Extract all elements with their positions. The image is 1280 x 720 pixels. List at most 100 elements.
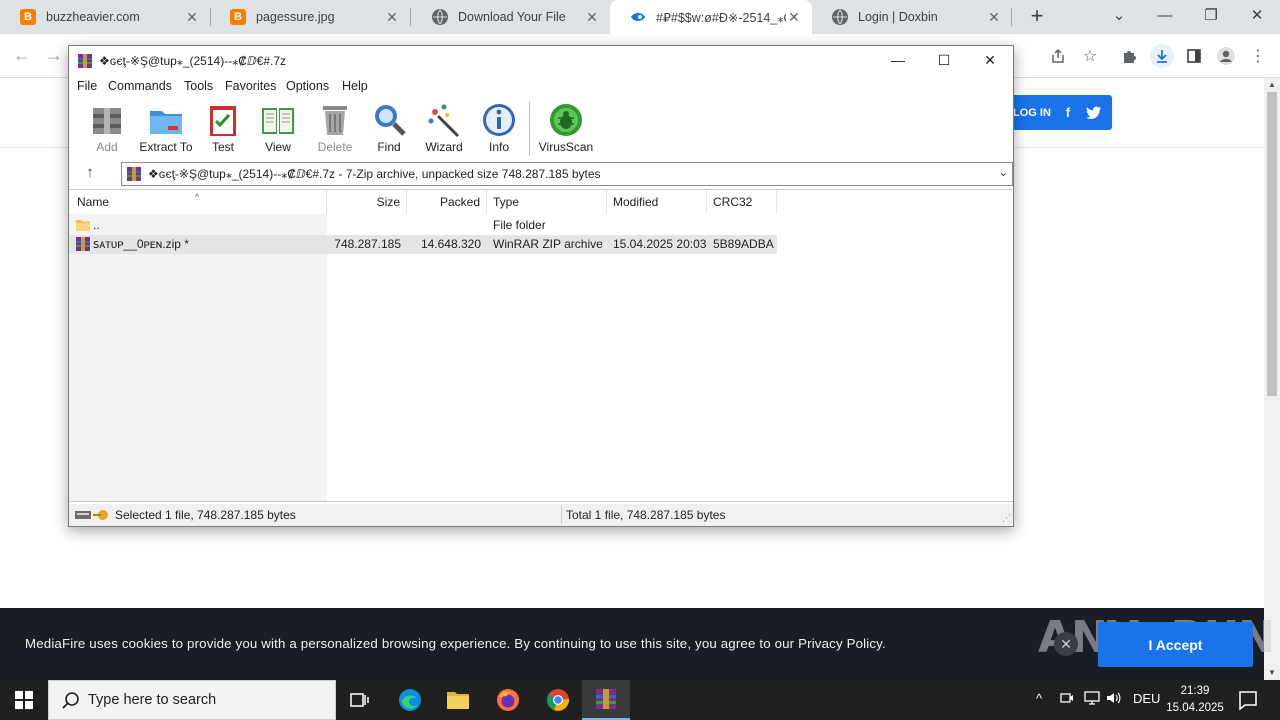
extract-to-button[interactable]: Extract To	[137, 102, 195, 158]
view-button[interactable]: View	[255, 102, 301, 158]
tab-pagessure[interactable]: B pagessure.jpg ✕	[210, 0, 410, 34]
table-row-selected-file[interactable]: ꜱᴀᴛᴜᴘ__0ᴘᴇɴ.zip * 748.287.185 14.648.320…	[69, 235, 777, 254]
forward-arrow-icon[interactable]: →	[42, 44, 66, 68]
accept-cookies-button[interactable]: I Accept	[1098, 622, 1253, 667]
close-icon[interactable]: ✕	[184, 9, 200, 26]
menu-file[interactable]: File	[77, 79, 97, 93]
chevron-down-icon[interactable]: ⌄	[999, 166, 1008, 179]
profile-avatar-icon[interactable]	[1214, 44, 1238, 68]
menu-help[interactable]: Help	[342, 79, 368, 93]
tab-doxbin-login[interactable]: Login | Doxbin ✕	[812, 0, 1012, 34]
wizard-wand-icon	[426, 102, 462, 138]
edge-app-button[interactable]	[386, 680, 434, 720]
extensions-puzzle-icon[interactable]	[1118, 44, 1142, 68]
status-selected: Selected 1 file, 748.287.185 bytes	[115, 508, 296, 522]
bookmark-star-icon[interactable]: ☆	[1078, 44, 1102, 68]
row-size	[327, 216, 407, 235]
archive-path-text: ❖ɢєţ-※Ş@tup⁎_(2514)--⁎₡ⅅ€#.7z - 7-Zip ar…	[148, 167, 601, 181]
row-name: ꜱᴀᴛᴜᴘ__0ᴘᴇɴ.zip *	[93, 237, 189, 251]
browser-close-button[interactable]: ✕	[1234, 0, 1280, 34]
winrar-maximize-button[interactable]: ☐	[921, 46, 967, 76]
browser-restore-button[interactable]: ❐	[1188, 0, 1234, 34]
delete-button[interactable]: Delete	[312, 102, 358, 158]
close-icon[interactable]: ✕	[986, 9, 1002, 26]
cookie-close-icon[interactable]: ✕	[1054, 632, 1078, 656]
task-view-button[interactable]	[336, 680, 384, 720]
twitter-icon[interactable]	[1085, 104, 1103, 122]
table-row-parent-folder[interactable]: .. File folder	[69, 216, 777, 235]
notification-center-icon[interactable]	[1236, 688, 1260, 712]
wizard-label: Wizard	[425, 140, 463, 154]
page-scrollbar[interactable]: ▲ ▼	[1264, 78, 1280, 680]
column-type[interactable]: Type	[487, 190, 607, 214]
taskbar-search-box[interactable]: Type here to search	[48, 680, 336, 720]
network-icon[interactable]	[1084, 691, 1100, 708]
meet-now-icon[interactable]	[1060, 691, 1074, 708]
row-packed	[407, 216, 487, 235]
login-button[interactable]: LOG IN f	[1000, 95, 1112, 130]
winrar-titlebar[interactable]: ❖ɢєţ-※Ş@tup⁎_(2514)--⁎₡ⅅ€#.7z — ☐ ✕	[69, 46, 1013, 76]
tab-download-your-file[interactable]: Download Your File ✕	[412, 0, 610, 34]
wizard-button[interactable]: Wizard	[420, 102, 468, 158]
archive-path-dropdown[interactable]: ❖ɢєţ-※Ş@tup⁎_(2514)--⁎₡ⅅ€#.7z - 7-Zip ar…	[121, 162, 1013, 186]
tab-search-chevron-icon[interactable]: ⌄	[1096, 0, 1142, 34]
close-icon[interactable]: ✕	[786, 9, 802, 26]
info-label: Info	[488, 140, 509, 154]
column-size[interactable]: Size	[327, 190, 407, 214]
up-folder-arrow-icon[interactable]: ↑	[79, 164, 101, 184]
facebook-icon[interactable]: f	[1059, 104, 1077, 122]
column-packed[interactable]: Packed	[407, 190, 487, 214]
close-icon[interactable]: ✕	[384, 9, 400, 26]
tray-overflow-chevron-icon[interactable]: ^	[1036, 691, 1042, 706]
scrollbar-thumb[interactable]	[1267, 92, 1277, 396]
menu-commands[interactable]: Commands	[108, 79, 172, 93]
firefox-app-button[interactable]	[484, 680, 532, 720]
menu-options[interactable]: Options	[286, 79, 329, 93]
tab-buzzheavier[interactable]: B buzzheavier.com ✕	[0, 0, 210, 34]
info-icon	[481, 102, 517, 138]
find-button[interactable]: Find	[367, 102, 411, 158]
column-name[interactable]: Name ^	[69, 190, 327, 214]
downloads-icon[interactable]	[1150, 44, 1174, 68]
chrome-icon	[547, 689, 570, 711]
language-indicator[interactable]: DEU	[1133, 691, 1160, 706]
file-list[interactable]: Name ^ Size Packed Type Modified CRC32 .…	[69, 189, 1013, 502]
more-menu-icon[interactable]: ⋮	[1246, 44, 1270, 68]
share-icon[interactable]	[1046, 44, 1070, 68]
scroll-down-arrow-icon[interactable]: ▼	[1264, 667, 1280, 679]
find-magnifier-icon	[371, 102, 407, 138]
new-tab-button[interactable]: +	[1024, 4, 1050, 30]
winrar-close-button[interactable]: ✕	[967, 46, 1013, 76]
task-view-icon	[350, 693, 369, 707]
browser-tab-strip: B buzzheavier.com ✕ B pagessure.jpg ✕ Do…	[0, 0, 1280, 34]
start-button[interactable]	[0, 680, 48, 720]
virusscan-label: VirusScan	[538, 140, 594, 154]
info-button[interactable]: Info	[479, 102, 519, 158]
volume-icon[interactable]	[1106, 691, 1122, 708]
winrar-minimize-button[interactable]: —	[875, 46, 921, 76]
sort-ascending-icon: ^	[195, 192, 200, 202]
side-panel-icon[interactable]	[1182, 44, 1206, 68]
file-explorer-button[interactable]	[434, 680, 482, 720]
winrar-app-button[interactable]	[582, 680, 630, 720]
globe-icon	[832, 9, 848, 25]
resize-grip-icon[interactable]: ⋰	[1002, 513, 1011, 524]
test-button[interactable]: Test	[201, 102, 245, 158]
system-clock[interactable]: 21:39 15.04.2025	[1160, 683, 1230, 717]
back-arrow-icon[interactable]: ←	[10, 44, 34, 68]
firefox-icon	[497, 689, 519, 711]
menu-favorites[interactable]: Favorites	[225, 79, 276, 93]
add-button[interactable]: Add	[87, 102, 127, 158]
virusscan-bug-icon	[548, 102, 584, 138]
tab-mediafire-active[interactable]: #₽#$$w:ø#Ð※-2514_⁎QF ✕	[610, 0, 812, 34]
search-icon	[62, 692, 79, 709]
menu-tools[interactable]: Tools	[184, 79, 213, 93]
column-crc32[interactable]: CRC32	[707, 190, 777, 214]
browser-minimize-button[interactable]: —	[1142, 0, 1188, 34]
virusscan-button[interactable]: VirusScan	[537, 102, 595, 158]
chrome-app-button[interactable]	[534, 680, 582, 720]
winrar-app-icon	[596, 689, 616, 709]
column-modified[interactable]: Modified	[607, 190, 707, 214]
scroll-up-arrow-icon[interactable]: ▲	[1264, 79, 1280, 91]
close-icon[interactable]: ✕	[584, 9, 600, 26]
